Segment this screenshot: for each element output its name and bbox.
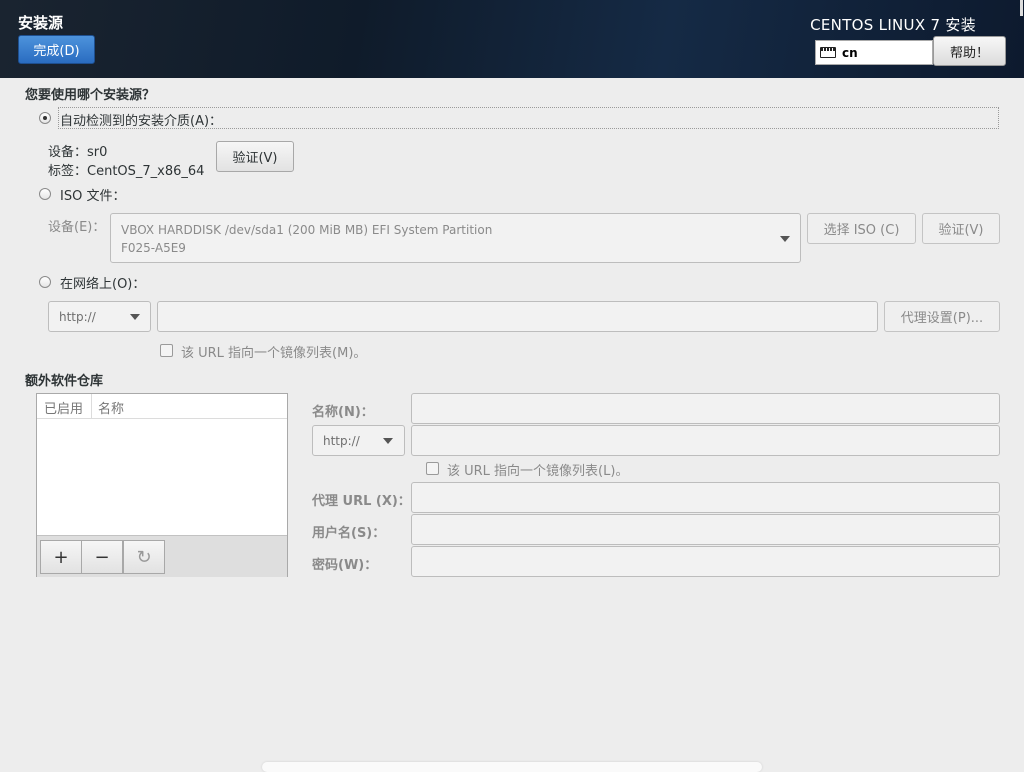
add-repo-button[interactable]: + — [40, 540, 82, 574]
password-label: 密码(W)： — [312, 558, 378, 573]
column-name[interactable]: 名称 — [98, 398, 124, 417]
column-divider — [91, 394, 92, 418]
iso-file-radio[interactable] — [39, 188, 51, 200]
repo-list-header: 已启用 名称 — [37, 394, 287, 419]
remove-repo-button[interactable]: − — [81, 540, 123, 574]
network-url-input[interactable] — [157, 301, 878, 332]
verify-iso-button[interactable]: 验证(V) — [922, 213, 1000, 244]
window-edge-mark — [1020, 0, 1023, 16]
keyboard-layout-label: cn — [842, 45, 858, 60]
choose-iso-button[interactable]: 选择 ISO (C) — [807, 213, 916, 244]
minus-icon: − — [94, 546, 110, 568]
bottom-scroll-edge — [262, 762, 762, 772]
refresh-icon: ↻ — [136, 546, 152, 568]
chevron-down-icon — [780, 236, 790, 242]
network-mirror-checkbox[interactable] — [160, 344, 173, 357]
column-enabled[interactable]: 已启用 — [44, 398, 83, 417]
done-button[interactable]: 完成(D) — [18, 35, 95, 64]
network-label[interactable]: 在网络上(O)： — [60, 273, 145, 292]
proxy-settings-button[interactable]: 代理设置(P)... — [884, 301, 1000, 332]
username-input[interactable] — [411, 514, 1000, 545]
repo-url-input[interactable] — [411, 425, 1000, 456]
network-mirror-label[interactable]: 该 URL 指向一个镜像列表(M)。 — [181, 342, 366, 361]
repo-list-toolbar: + − ↻ — [37, 535, 287, 577]
chevron-down-icon — [130, 314, 140, 320]
plus-icon: + — [53, 546, 69, 568]
iso-file-label[interactable]: ISO 文件： — [60, 185, 125, 204]
device-info: 设备：sr0 — [48, 145, 108, 160]
repo-protocol-dropdown[interactable]: http:// — [312, 425, 405, 456]
username-label: 用户名(S)： — [312, 526, 386, 541]
iso-device-value-line1: VBOX HARDDISK /dev/sda1 (200 MiB MB) EFI… — [121, 223, 493, 237]
iso-device-label: 设备(E)： — [48, 220, 106, 235]
source-question-heading: 您要使用哪个安装源？ — [25, 88, 156, 103]
network-protocol-dropdown[interactable]: http:// — [48, 301, 151, 332]
keyboard-icon — [820, 47, 836, 58]
extra-repos-heading: 额外软件仓库 — [25, 374, 104, 389]
auto-detect-radio[interactable] — [39, 112, 51, 124]
repo-mirror-checkbox[interactable] — [426, 462, 439, 475]
auto-detect-label[interactable]: 自动检测到的安装介质(A)： — [60, 110, 222, 129]
refresh-repo-button[interactable]: ↻ — [123, 540, 165, 574]
repo-name-label: 名称(N)： — [312, 405, 374, 420]
iso-device-value-line2: F025-A5E9 — [121, 241, 186, 255]
page-title: 安装源 — [18, 14, 64, 32]
repo-mirror-label[interactable]: 该 URL 指向一个镜像列表(L)。 — [447, 460, 628, 479]
keyboard-layout-indicator[interactable]: cn — [815, 40, 933, 65]
network-protocol-value: http:// — [59, 310, 96, 324]
password-input[interactable] — [411, 546, 1000, 577]
verify-media-button[interactable]: 验证(V) — [216, 141, 294, 172]
network-radio[interactable] — [39, 276, 51, 288]
repo-name-input[interactable] — [411, 393, 1000, 424]
product-title: CENTOS LINUX 7 安装 — [810, 16, 976, 34]
repo-list[interactable]: 已启用 名称 + − ↻ — [36, 393, 288, 577]
proxy-url-label: 代理 URL (X)： — [312, 494, 411, 509]
header-bar: 安装源 完成(D) CENTOS LINUX 7 安装 cn 帮助！ — [0, 0, 1024, 78]
help-button[interactable]: 帮助！ — [933, 36, 1006, 66]
iso-device-dropdown[interactable]: VBOX HARDDISK /dev/sda1 (200 MiB MB) EFI… — [110, 213, 801, 263]
repo-protocol-value: http:// — [323, 434, 360, 448]
label-info: 标签：CentOS_7_x86_64 — [48, 164, 205, 179]
proxy-url-input[interactable] — [411, 482, 1000, 513]
chevron-down-icon — [383, 438, 393, 444]
